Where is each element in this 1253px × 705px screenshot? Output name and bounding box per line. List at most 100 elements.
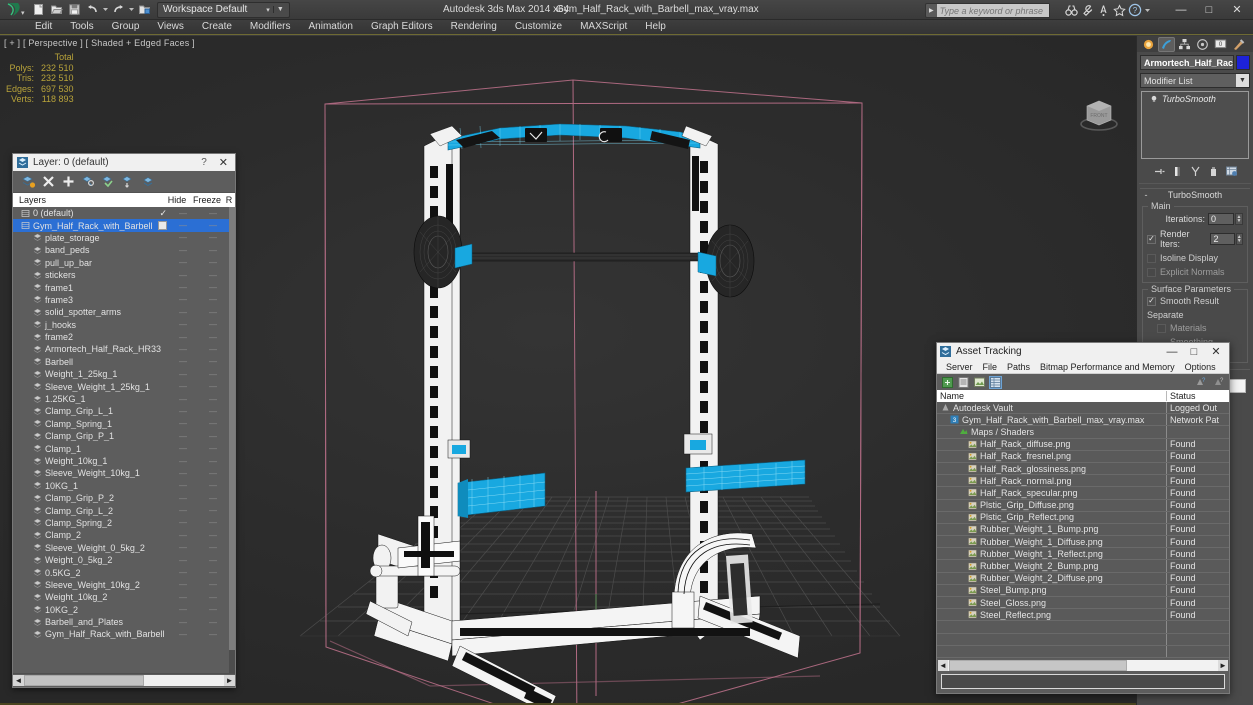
- layer-hscroll-track[interactable]: [24, 675, 224, 686]
- layer-row[interactable]: pull_up_bar——: [13, 257, 229, 269]
- layer-freeze-cell[interactable]: —: [197, 283, 229, 292]
- asset-row[interactable]: 3Gym_Half_Rack_with_Barbell_max_vray.max…: [937, 414, 1229, 426]
- layer-hide-cell[interactable]: —: [169, 568, 197, 577]
- modifier-stack[interactable]: TurboSmooth: [1141, 91, 1249, 159]
- layer-freeze-cell[interactable]: —: [197, 593, 229, 602]
- menu-item-maxscript[interactable]: MAXScript: [571, 20, 636, 34]
- layer-freeze-cell[interactable]: —: [197, 271, 229, 280]
- close-button[interactable]: ✕: [1223, 1, 1251, 18]
- layer-row[interactable]: frame1——: [13, 281, 229, 293]
- layer-list-body[interactable]: 0 (default)——✓Gym_Half_Rack_with_Barbell…: [13, 207, 235, 673]
- layer-hide-cell[interactable]: —: [169, 357, 197, 366]
- remove-modifier-icon[interactable]: [1207, 165, 1220, 178]
- layer-list-vscroll-thumb[interactable]: [229, 207, 235, 650]
- layer-freeze-cell[interactable]: —: [197, 333, 229, 342]
- layer-row[interactable]: Clamp_Spring_1——: [13, 418, 229, 430]
- asset-row[interactable]: Half_Rack_normal.pngFound: [937, 475, 1229, 487]
- layer-freeze-cell[interactable]: —: [197, 258, 229, 267]
- maximize-button[interactable]: □: [1195, 1, 1223, 18]
- layer-hide-cell[interactable]: —: [169, 444, 197, 453]
- layer-row[interactable]: Clamp_Grip_L_1——: [13, 405, 229, 417]
- layer-hide-cell[interactable]: —: [169, 246, 197, 255]
- asset-row[interactable]: Rubber_Weight_1_Diffuse.pngFound: [937, 536, 1229, 548]
- asset-close-button[interactable]: ✕: [1205, 345, 1227, 358]
- display-tab[interactable]: 0: [1212, 37, 1229, 52]
- asset-hscroll-right-icon[interactable]: ►: [1218, 660, 1228, 671]
- asset-row[interactable]: Plstic_Grip_Reflect.pngFound: [937, 512, 1229, 524]
- layer-hide-cell[interactable]: —: [169, 283, 197, 292]
- layer-freeze-cell[interactable]: —: [197, 531, 229, 540]
- asset-row[interactable]: Maps / Shaders: [937, 426, 1229, 438]
- layer-freeze-cell[interactable]: —: [197, 419, 229, 428]
- asset-hscroll-thumb[interactable]: [949, 660, 1127, 671]
- layer-freeze-cell[interactable]: —: [197, 295, 229, 304]
- layer-hide-cell[interactable]: —: [169, 308, 197, 317]
- layer-freeze-cell[interactable]: —: [197, 357, 229, 366]
- layer-row[interactable]: plate_storage——: [13, 232, 229, 244]
- menu-item-graph-editors[interactable]: Graph Editors: [362, 20, 442, 34]
- asset-row[interactable]: Rubber_Weight_1_Bump.pngFound: [937, 524, 1229, 536]
- chevron-down-icon[interactable]: ▼: [1236, 74, 1249, 87]
- layer-row[interactable]: Clamp_2——: [13, 529, 229, 541]
- layer-hide-cell[interactable]: —: [169, 233, 197, 242]
- menu-item-tools[interactable]: Tools: [61, 20, 102, 34]
- set-project-folder-icon[interactable]: [136, 1, 153, 18]
- layer-freeze-cell[interactable]: —: [197, 506, 229, 515]
- layer-freeze-cell[interactable]: —: [197, 518, 229, 527]
- layer-hide-cell[interactable]: —: [169, 531, 197, 540]
- layer-freeze-cell[interactable]: —: [197, 320, 229, 329]
- wrench-icon[interactable]: [1080, 3, 1094, 17]
- layer-freeze-cell[interactable]: —: [197, 209, 229, 218]
- layer-explorer-close-button[interactable]: ✕: [215, 156, 232, 169]
- rollout-collapse-icon[interactable]: -: [1140, 190, 1152, 200]
- layer-hide-cell[interactable]: —: [169, 370, 197, 379]
- select-objects-in-layer-icon[interactable]: [80, 173, 97, 190]
- layer-row[interactable]: 0 (default)——✓: [13, 207, 229, 219]
- workspace-dropdown-icon[interactable]: ▼: [273, 6, 287, 13]
- pin-stack-icon[interactable]: [1153, 165, 1166, 178]
- layer-hide-cell[interactable]: —: [169, 221, 197, 230]
- layer-hide-cell[interactable]: —: [169, 543, 197, 552]
- layer-row[interactable]: 1.25KG_1——: [13, 393, 229, 405]
- motion-tab[interactable]: [1194, 37, 1211, 52]
- layer-hide-cell[interactable]: —: [169, 556, 197, 565]
- layer-hide-cell[interactable]: —: [169, 271, 197, 280]
- layer-hide-cell[interactable]: —: [169, 469, 197, 478]
- menu-item-help[interactable]: Help: [636, 20, 675, 34]
- asset-list-body[interactable]: Autodesk VaultLogged Out3Gym_Half_Rack_w…: [937, 402, 1229, 659]
- layer-freeze-cell[interactable]: —: [197, 432, 229, 441]
- layer-hide-cell[interactable]: —: [169, 494, 197, 503]
- iterations-value[interactable]: 0: [1208, 213, 1234, 225]
- menu-item-group[interactable]: Group: [103, 20, 149, 34]
- layer-freeze-cell[interactable]: —: [197, 308, 229, 317]
- star-icon[interactable]: [1112, 3, 1126, 17]
- configure-modifier-sets-icon[interactable]: [1225, 165, 1238, 178]
- layer-hide-cell[interactable]: —: [169, 432, 197, 441]
- open-file-icon[interactable]: [48, 1, 65, 18]
- layer-freeze-cell[interactable]: —: [197, 444, 229, 453]
- asset-row[interactable]: Rubber_Weight_2_Bump.pngFound: [937, 560, 1229, 572]
- modifier-stack-item[interactable]: TurboSmooth: [1144, 94, 1246, 104]
- layer-active-box-icon[interactable]: [158, 221, 167, 230]
- layer-row[interactable]: band_peds——: [13, 244, 229, 256]
- layer-row[interactable]: Clamp_Grip_L_2——: [13, 504, 229, 516]
- layer-freeze-cell[interactable]: —: [197, 382, 229, 391]
- menu-item-customize[interactable]: Customize: [506, 20, 571, 34]
- turbosmooth-rollout-header[interactable]: - TurboSmooth: [1140, 188, 1250, 200]
- render-iters-value[interactable]: 2: [1210, 233, 1234, 245]
- layer-row[interactable]: Clamp_1——: [13, 442, 229, 454]
- layer-row[interactable]: Gym_Half_Rack_with_Barbell——: [13, 219, 229, 231]
- menu-item-edit[interactable]: Edit: [26, 20, 61, 34]
- lightbulb-icon[interactable]: [1150, 95, 1158, 103]
- modify-tab[interactable]: [1158, 37, 1175, 52]
- layer-row[interactable]: 10KG_1——: [13, 480, 229, 492]
- new-file-icon[interactable]: [30, 1, 47, 18]
- asset-tracking-titlebar[interactable]: Asset Tracking — □ ✕: [937, 343, 1229, 360]
- layer-freeze-cell[interactable]: —: [197, 233, 229, 242]
- layer-row[interactable]: 0.5KG_2——: [13, 566, 229, 578]
- layer-freeze-cell[interactable]: —: [197, 556, 229, 565]
- layer-row[interactable]: Sleeve_Weight_10kg_1——: [13, 467, 229, 479]
- layer-hide-cell[interactable]: —: [169, 518, 197, 527]
- layer-row[interactable]: Armortech_Half_Rack_HR33——: [13, 343, 229, 355]
- layer-hscroll-thumb[interactable]: [24, 675, 144, 686]
